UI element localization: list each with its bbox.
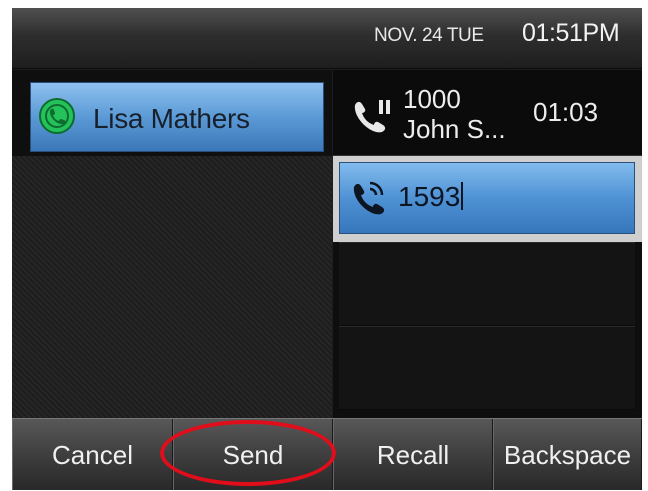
held-call-duration: 01:03 <box>533 97 599 127</box>
dialing-row: 1593 <box>333 156 642 242</box>
dialed-digits-field[interactable]: 1593 <box>398 181 464 213</box>
line-status-icon <box>39 98 75 134</box>
backspace-softkey[interactable]: Backspace <box>493 419 642 490</box>
text-cursor <box>461 182 464 210</box>
call-session-dialing[interactable]: 1593 <box>339 162 635 234</box>
status-time: 01:51PM <box>522 19 620 47</box>
softkey-bar: Cancel Send Recall Backspace <box>12 418 642 490</box>
line-name: Lisa Mathers <box>93 103 250 134</box>
recall-softkey[interactable]: Recall <box>333 419 493 490</box>
session-row: Lisa Mathers <box>12 70 332 156</box>
phone-screen: NOV. 24 TUE 01:51PM Lisa Mathers 1000 Jo… <box>12 8 642 490</box>
status-bar: NOV. 24 TUE 01:51PM <box>12 8 642 69</box>
call-hold-icon <box>354 100 390 133</box>
active-call-icon <box>353 181 385 215</box>
status-date: NOV. 24 TUE <box>374 25 484 46</box>
cancel-softkey[interactable]: Cancel <box>12 419 173 490</box>
call-pane: 1000 John S... 01:03 1593 <box>333 70 642 418</box>
line-pane: Lisa Mathers <box>12 70 332 418</box>
held-call-caller: John S... <box>403 114 506 144</box>
send-softkey[interactable]: Send <box>173 419 333 490</box>
line-session-lisa-mathers[interactable]: Lisa Mathers <box>30 82 324 152</box>
empty-call-slot <box>339 242 635 326</box>
dialed-digits: 1593 <box>398 181 461 212</box>
call-session-held[interactable]: 1000 John S... 01:03 <box>333 70 642 156</box>
empty-call-slot <box>339 326 635 410</box>
held-call-number: 1000 <box>403 84 461 114</box>
